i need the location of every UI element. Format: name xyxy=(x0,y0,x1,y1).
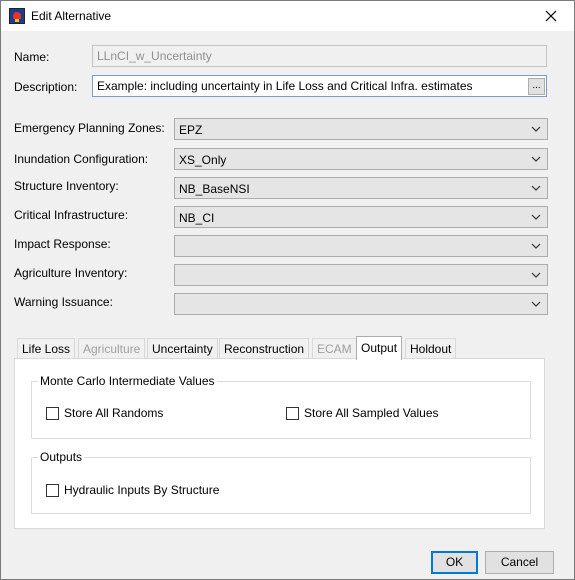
tab-uncertainty[interactable]: Uncertainty xyxy=(147,338,218,359)
impact-response-select[interactable] xyxy=(174,235,548,257)
chevron-down-icon xyxy=(531,301,541,307)
critical-infrastructure-label: Critical Infrastructure: xyxy=(14,208,129,222)
epz-select[interactable]: EPZ xyxy=(174,118,548,140)
outputs-group-title: Outputs xyxy=(38,450,85,464)
store-all-randoms-label[interactable]: Store All Randoms xyxy=(64,406,163,420)
structure-inventory-label: Structure Inventory: xyxy=(14,179,119,193)
critical-infrastructure-value: NB_CI xyxy=(179,211,215,225)
tab-reconstruction[interactable]: Reconstruction xyxy=(219,338,310,359)
inundation-value: XS_Only xyxy=(179,153,227,167)
chevron-down-icon xyxy=(531,214,541,220)
agriculture-inventory-select[interactable] xyxy=(174,264,548,286)
chevron-down-icon xyxy=(531,272,541,278)
epz-value: EPZ xyxy=(179,123,203,137)
description-label: Description: xyxy=(14,80,78,94)
edit-alternative-dialog: Edit Alternative Name: LLnCI_w_Uncertain… xyxy=(0,0,575,580)
name-field: LLnCI_w_Uncertainty xyxy=(92,45,547,67)
warning-issuance-select[interactable] xyxy=(174,293,548,315)
tab-life-loss[interactable]: Life Loss xyxy=(17,338,76,359)
close-button[interactable] xyxy=(528,1,574,31)
ok-button[interactable]: OK xyxy=(431,551,478,574)
title-bar[interactable]: Edit Alternative xyxy=(1,1,574,31)
structure-inventory-select[interactable]: NB_BaseNSI xyxy=(174,177,548,199)
warning-issuance-label: Warning Issuance: xyxy=(14,295,113,309)
app-icon xyxy=(9,8,25,24)
close-icon xyxy=(545,10,557,22)
monte-carlo-group: Monte Carlo Intermediate Values Store Al… xyxy=(31,374,531,439)
tab-holdout[interactable]: Holdout xyxy=(405,338,457,359)
impact-response-label: Impact Response: xyxy=(14,237,111,251)
tab-agriculture: Agriculture xyxy=(78,338,146,359)
hydraulic-inputs-label[interactable]: Hydraulic Inputs By Structure xyxy=(64,483,219,497)
agriculture-inventory-label: Agriculture Inventory: xyxy=(14,266,128,280)
monte-carlo-group-title: Monte Carlo Intermediate Values xyxy=(38,374,217,388)
chevron-down-icon xyxy=(531,243,541,249)
store-all-sampled-label[interactable]: Store All Sampled Values xyxy=(304,406,439,420)
cancel-button[interactable]: Cancel xyxy=(485,551,554,574)
hydraulic-inputs-checkbox[interactable] xyxy=(46,484,59,497)
store-all-sampled-checkbox[interactable] xyxy=(286,407,299,420)
inundation-select[interactable]: XS_Only xyxy=(174,148,548,170)
tab-ecam: ECAM xyxy=(312,338,357,359)
tab-output[interactable]: Output xyxy=(356,336,403,360)
output-tab-panel: Monte Carlo Intermediate Values Store Al… xyxy=(14,358,545,529)
store-all-randoms-checkbox[interactable] xyxy=(46,407,59,420)
critical-infrastructure-select[interactable]: NB_CI xyxy=(174,206,548,228)
name-label: Name: xyxy=(14,50,50,64)
inundation-label: Inundation Configuration: xyxy=(14,152,149,166)
description-field[interactable]: Example: including uncertainty in Life L… xyxy=(92,75,547,97)
epz-label: Emergency Planning Zones: xyxy=(14,121,165,135)
chevron-down-icon xyxy=(531,156,541,162)
outputs-group: Outputs Hydraulic Inputs By Structure xyxy=(31,450,531,514)
description-edit-button[interactable]: ... xyxy=(528,78,545,95)
structure-inventory-value: NB_BaseNSI xyxy=(179,182,250,196)
window-title: Edit Alternative xyxy=(31,9,112,23)
chevron-down-icon xyxy=(531,185,541,191)
chevron-down-icon xyxy=(531,126,541,132)
